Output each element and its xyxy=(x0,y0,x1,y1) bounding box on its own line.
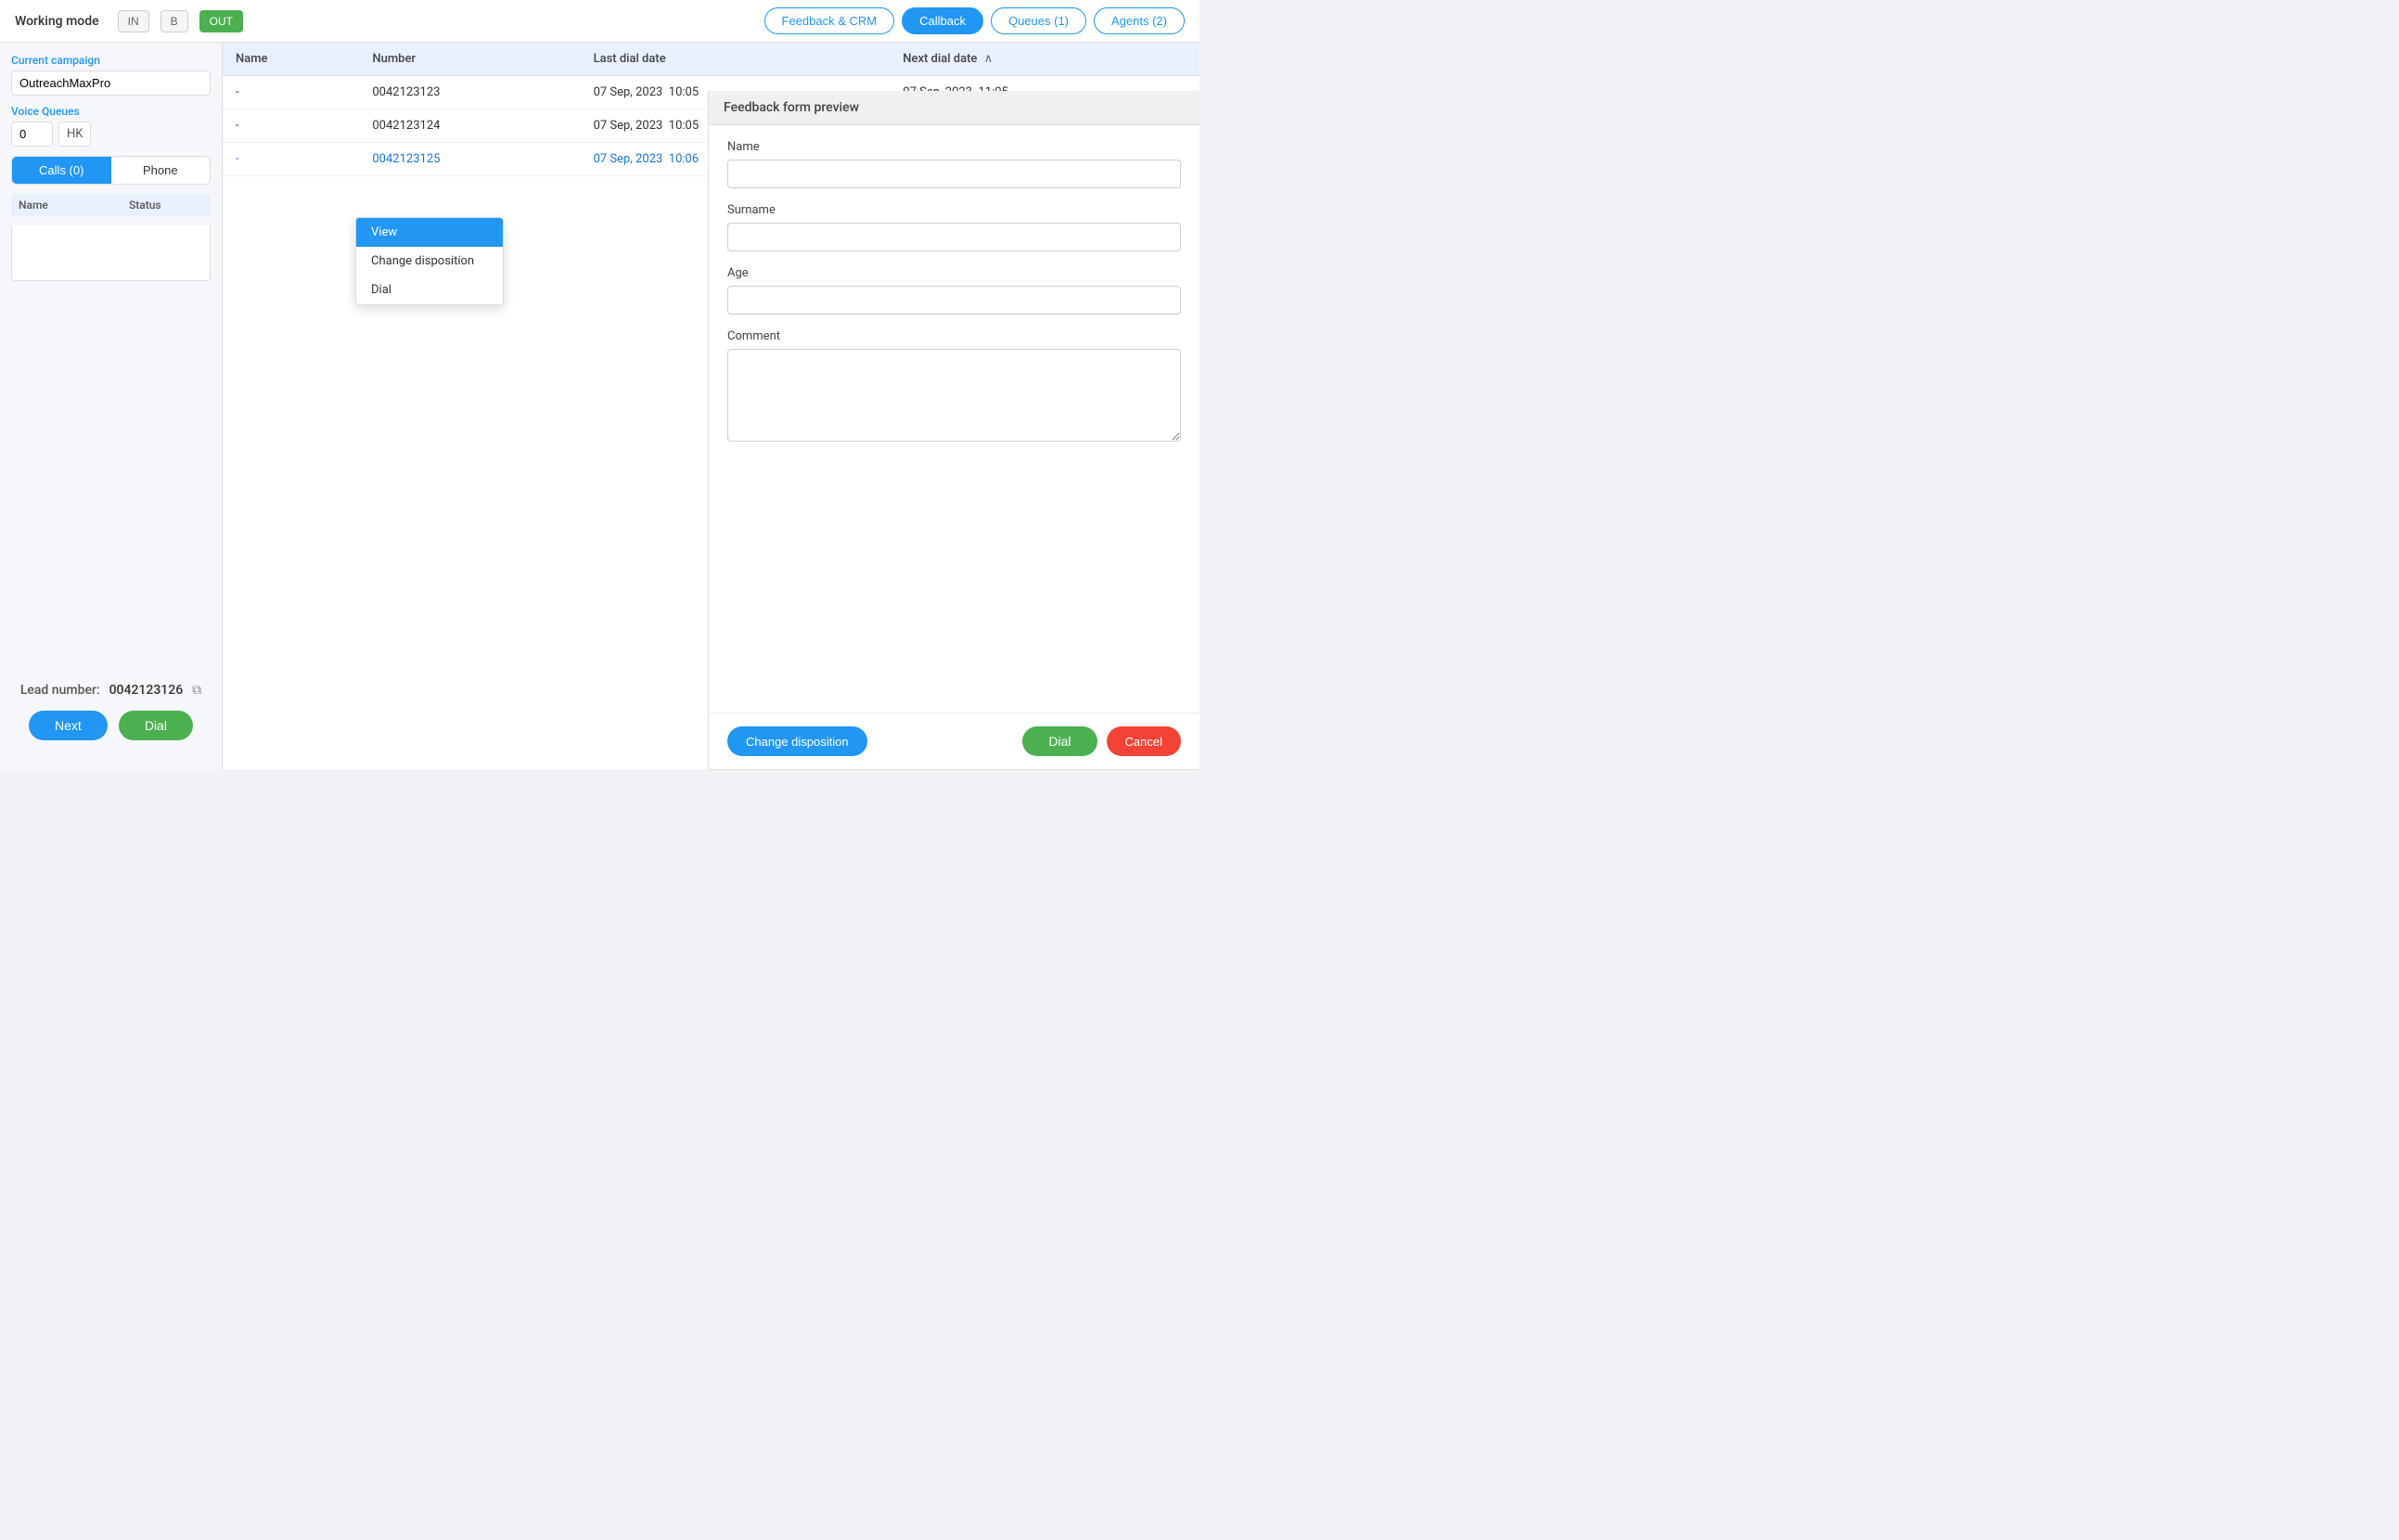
left-panel: Current campaign Voice Queues HK Calls (… xyxy=(0,43,223,770)
voice-queues-field: Voice Queues HK xyxy=(11,105,211,147)
tab-queues[interactable]: Queues (1) xyxy=(991,7,1086,34)
mode-btn-b[interactable]: B xyxy=(160,10,188,32)
context-menu-change-disposition[interactable]: Change disposition xyxy=(356,247,503,276)
form-field-name: Name xyxy=(727,140,1181,188)
lead-number-row: Lead number: 0042123126 ⧉ xyxy=(20,683,201,698)
calls-tab[interactable]: Calls (0) xyxy=(12,157,111,184)
footer-right-buttons: Dial Cancel xyxy=(1022,726,1181,756)
form-label-age: Age xyxy=(727,266,1181,280)
tab-callback[interactable]: Callback xyxy=(902,7,983,34)
name-column-header: Name xyxy=(19,199,129,212)
main-content: Current campaign Voice Queues HK Calls (… xyxy=(0,43,1200,770)
calls-tabs: Calls (0) Phone xyxy=(11,156,211,185)
mode-btn-in[interactable]: IN xyxy=(118,10,149,32)
change-disposition-button[interactable]: Change disposition xyxy=(727,726,867,756)
feedback-form-body: Name Surname Age Comment xyxy=(709,125,1200,712)
form-input-name[interactable] xyxy=(727,160,1181,188)
form-label-name: Name xyxy=(727,140,1181,154)
feedback-form-footer: Change disposition Dial Cancel xyxy=(709,712,1200,769)
col-header-number: Number xyxy=(359,43,580,76)
working-mode-label: Working mode xyxy=(15,14,99,29)
form-textarea-comment[interactable] xyxy=(727,349,1181,442)
cancel-button[interactable]: Cancel xyxy=(1107,726,1181,756)
mode-btn-out[interactable]: OUT xyxy=(199,10,243,32)
voice-queues-input[interactable] xyxy=(11,122,53,147)
col-header-next-dial[interactable]: Next dial date ∧ xyxy=(890,43,1200,76)
tab-nav: Feedback & CRM Callback Queues (1) Agent… xyxy=(764,7,1185,34)
form-field-age: Age xyxy=(727,266,1181,314)
form-input-age[interactable] xyxy=(727,286,1181,314)
list-header: Name Status xyxy=(11,194,211,216)
lead-section: Lead number: 0042123126 ⧉ Next Dial xyxy=(11,664,211,759)
copy-icon[interactable]: ⧉ xyxy=(192,683,201,698)
context-menu: View Change disposition Dial xyxy=(355,217,504,305)
row-name: - xyxy=(223,109,359,143)
tab-feedback-crm[interactable]: Feedback & CRM xyxy=(764,7,895,34)
voice-queues-badge: HK xyxy=(58,122,91,147)
row-name: - xyxy=(223,143,359,176)
tab-agents[interactable]: Agents (2) xyxy=(1094,7,1185,34)
table-header-row: Name Number Last dial date Next dial dat… xyxy=(223,43,1200,76)
context-menu-view[interactable]: View xyxy=(356,218,503,247)
feedback-dial-button[interactable]: Dial xyxy=(1022,726,1097,756)
feedback-panel: Feedback form preview Name Surname Age C… xyxy=(708,91,1200,770)
lead-number-value: 0042123126 xyxy=(109,683,184,698)
next-button[interactable]: Next xyxy=(29,711,108,740)
dial-button[interactable]: Dial xyxy=(119,711,193,740)
form-label-surname: Surname xyxy=(727,203,1181,217)
row-number: 0042123125 xyxy=(359,143,580,176)
status-column-header: Status xyxy=(129,199,203,212)
sort-icon: ∧ xyxy=(984,52,994,66)
app-container: Working mode IN B OUT Feedback & CRM Cal… xyxy=(0,0,1200,770)
current-campaign-label: Current campaign xyxy=(11,54,211,67)
phone-tab[interactable]: Phone xyxy=(111,157,211,184)
voice-queues-group: HK xyxy=(11,122,211,147)
action-buttons: Next Dial xyxy=(29,711,193,740)
calls-list-body xyxy=(11,225,211,281)
col-header-name: Name xyxy=(223,43,359,76)
col-header-last-dial: Last dial date xyxy=(581,43,891,76)
form-label-comment: Comment xyxy=(727,329,1181,343)
campaign-field: Current campaign xyxy=(11,54,211,96)
form-input-surname[interactable] xyxy=(727,223,1181,251)
voice-queues-label: Voice Queues xyxy=(11,105,211,118)
form-field-comment: Comment xyxy=(727,329,1181,442)
top-nav: Working mode IN B OUT Feedback & CRM Cal… xyxy=(0,0,1200,43)
campaign-group xyxy=(11,71,211,96)
row-number: 0042123124 xyxy=(359,109,580,143)
lead-number-label: Lead number: xyxy=(20,683,100,698)
row-number: 0042123123 xyxy=(359,76,580,109)
row-name: - xyxy=(223,76,359,109)
campaign-input[interactable] xyxy=(11,71,211,96)
feedback-form-header: Feedback form preview xyxy=(709,91,1200,125)
context-menu-dial[interactable]: Dial xyxy=(356,276,503,304)
form-field-surname: Surname xyxy=(727,203,1181,251)
